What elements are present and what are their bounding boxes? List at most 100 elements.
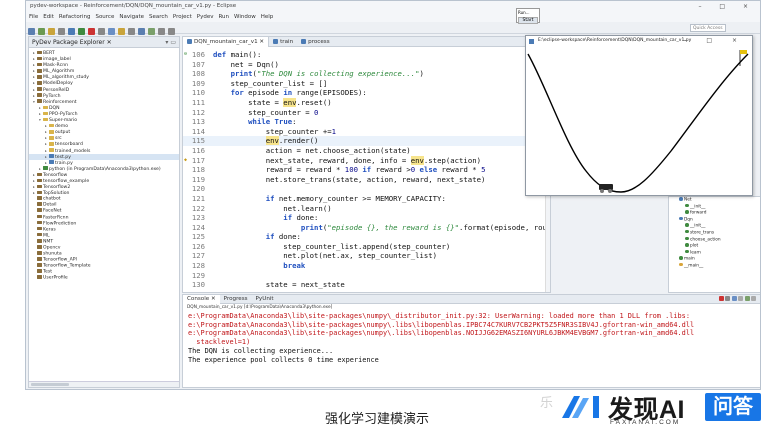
code-line[interactable]: 127 net.plot(net.ax, step_counter_list): [183, 251, 550, 261]
toolbar-button-icon[interactable]: [58, 28, 65, 35]
package-explorer-header: PyDev Package Explorer ✕ ▾ ▭: [29, 37, 179, 48]
code-line[interactable]: 116 action = net.choose_action(state): [183, 146, 550, 156]
console-tab[interactable]: Console ✕: [183, 295, 220, 304]
line-number: 111: [191, 97, 205, 107]
outline-item[interactable]: __main__: [669, 262, 760, 270]
code-line[interactable]: 124 print("episode {}, the reward is {}"…: [183, 223, 550, 233]
code-line[interactable]: 113 while True:: [183, 117, 550, 127]
outline-item[interactable]: __init__: [669, 223, 760, 230]
code-line[interactable]: 122 net.learn(): [183, 204, 550, 214]
menu-item-help[interactable]: Help: [261, 14, 274, 20]
toolbar-button-icon[interactable]: [108, 28, 115, 35]
menu-item-navigate[interactable]: Navigate: [119, 14, 144, 20]
package-explorer-title[interactable]: PyDev Package Explorer ✕: [32, 39, 112, 46]
line-number: 108: [191, 69, 205, 79]
toolbar-button-icon[interactable]: [148, 28, 155, 35]
menu-item-window[interactable]: Window: [234, 14, 256, 20]
folder-icon: [49, 148, 54, 152]
code-line[interactable]: 128 break: [183, 261, 550, 271]
quick-access-input[interactable]: Quick Access: [690, 24, 726, 32]
outline-item[interactable]: forward: [669, 210, 760, 217]
code-line[interactable]: 131: [183, 290, 550, 292]
code-line[interactable]: 120: [183, 184, 550, 194]
editor-tab[interactable]: DQN_mountain_car_v1 ✕: [183, 37, 270, 47]
console-tab[interactable]: PyUnit: [252, 295, 278, 304]
menu-item-file[interactable]: File: [29, 14, 38, 20]
fold-marker-icon[interactable]: ⊖: [184, 50, 187, 60]
code-line[interactable]: 114 step_counter +=1: [183, 127, 550, 137]
project-icon: [37, 190, 42, 195]
toolbar-button-icon[interactable]: [158, 28, 165, 35]
code-line[interactable]: 125 if done:: [183, 232, 550, 242]
code-line[interactable]: 119 net.store_trans(state, action, rewar…: [183, 175, 550, 185]
code-line[interactable]: 123 if done:: [183, 213, 550, 223]
menu-item-project[interactable]: Project: [173, 14, 192, 20]
code-line[interactable]: 109 step_counter_list = []: [183, 79, 550, 89]
project-icon: [37, 75, 42, 79]
code-line[interactable]: 130 state = next_state: [183, 280, 550, 290]
code-area[interactable]: 106 ⊖ def main(): 107 net = Dqn() 108 print(…: [183, 47, 550, 292]
toolbar-button-icon[interactable]: [48, 28, 55, 35]
tree-item[interactable]: UserProfile: [29, 275, 179, 281]
outline-item[interactable]: store_trans: [669, 229, 760, 237]
project-icon: [37, 56, 42, 61]
remove-launch-icon[interactable]: [725, 296, 730, 301]
toolbar-button-icon[interactable]: [128, 28, 135, 35]
code-line[interactable]: 129: [183, 271, 550, 281]
menu-item-edit[interactable]: Edit: [43, 14, 54, 20]
pin-console-icon[interactable]: [744, 296, 750, 301]
menu-item-pydev[interactable]: Pydev: [197, 14, 214, 20]
code-line[interactable]: 106 ⊖ def main():: [183, 50, 550, 60]
brand-domain: FAXIANAI.COM: [610, 419, 681, 426]
outline-item[interactable]: choose_action: [669, 236, 760, 244]
outline-item[interactable]: __init__: [669, 203, 760, 211]
outline-item[interactable]: learn: [669, 249, 760, 257]
render-window-controls[interactable]: – □ ×: [683, 36, 746, 46]
minimize-icon[interactable]: [751, 296, 756, 301]
toolbar-button-icon[interactable]: [78, 28, 85, 35]
menu-item-refactoring[interactable]: Refactoring: [59, 14, 91, 20]
code-line[interactable]: 112 step_counter = 0: [183, 108, 550, 118]
view-menu-icon[interactable]: ▾ ▭: [165, 37, 176, 48]
toolbar-button-icon[interactable]: [28, 28, 35, 35]
editor-tab[interactable]: process: [297, 37, 334, 47]
code-line[interactable]: 115 env.render(): [183, 136, 550, 146]
clear-console-icon[interactable]: [731, 296, 737, 301]
code-line[interactable]: 118 reward = reward * 100 if reward >0 e…: [183, 165, 550, 175]
warning-marker-icon[interactable]: ◆: [184, 156, 187, 166]
horizontal-scrollbar[interactable]: [29, 381, 179, 387]
toolbar-button-icon[interactable]: [38, 28, 45, 35]
editor-tab[interactable]: train: [269, 37, 297, 47]
toolbar-button-icon[interactable]: [118, 28, 125, 35]
project-icon: [37, 196, 42, 200]
console-line: The experience pool collects 0 time expe…: [188, 355, 379, 364]
toolbar-button-icon[interactable]: [168, 28, 175, 35]
outline-item[interactable]: Dqn: [669, 216, 760, 224]
start-button[interactable]: Start: [518, 17, 538, 24]
python-file-icon: [187, 39, 192, 44]
console-tab[interactable]: Progress: [220, 295, 252, 304]
toolbar-button-icon[interactable]: [68, 28, 75, 35]
code-line[interactable]: 117 ◆ next_state, reward, done, info = en…: [183, 155, 550, 166]
code-line[interactable]: 121 if net.memory_counter >= MEMORY_CAPA…: [183, 194, 550, 204]
menu-item-search[interactable]: Search: [149, 14, 168, 20]
window-controls[interactable]: – □ ×: [698, 1, 756, 12]
code-line[interactable]: 111 state = env.reset(): [183, 97, 550, 108]
terminate-icon[interactable]: [718, 296, 724, 301]
code-line[interactable]: 126 step_counter_list.append(step_counte…: [183, 242, 550, 252]
toolbar-button-icon[interactable]: [138, 28, 145, 35]
menu-item-source[interactable]: Source: [95, 14, 114, 20]
code-line[interactable]: 108 print("The DQN is collecting experie…: [183, 69, 550, 79]
code-text: if done:: [265, 232, 301, 242]
toolbar-button-icon[interactable]: [98, 28, 105, 35]
toolbar-button-icon[interactable]: [88, 28, 95, 35]
outline-item-label: __init__: [690, 223, 706, 229]
code-text: print("The DQN is collecting experience.…: [230, 69, 424, 79]
menu-item-run[interactable]: Run: [218, 14, 229, 20]
outline-item[interactable]: main: [669, 256, 760, 263]
outline-item[interactable]: plot: [669, 243, 760, 250]
scroll-lock-icon[interactable]: [738, 296, 743, 301]
code-line[interactable]: 107 net = Dqn(): [183, 60, 550, 70]
code-line[interactable]: 110 for episode in range(EPISODES):: [183, 88, 550, 98]
python-file-icon: [49, 160, 54, 164]
